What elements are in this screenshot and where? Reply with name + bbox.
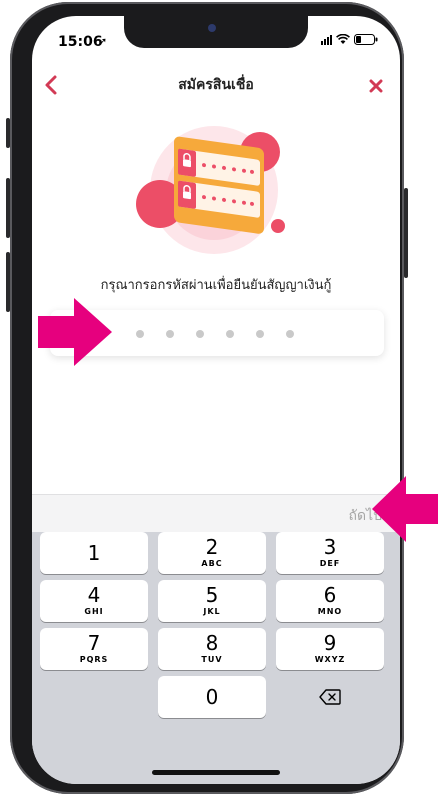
key-number: 6 [323,583,337,607]
close-icon [369,79,383,93]
phone-frame: 15:06 ➚ สมัครสินเชื่อ กรุณากรอกรหัสผ่านเ… [6,2,408,794]
annotation-arrow-right-icon [38,298,112,366]
screen: 15:06 ➚ สมัครสินเชื่อ กรุณากรอกรหัสผ่านเ… [32,16,400,784]
key-number: 7 [87,631,101,655]
pin-dot [286,330,294,338]
key-number: 3 [323,535,337,559]
key-number: 1 [87,541,101,565]
key-letters: GHI [84,607,104,616]
power-button [404,188,408,278]
pin-dots [136,330,294,338]
key-number: 9 [323,631,337,655]
cellular-signal-icon [321,35,332,45]
camera-icon [208,24,216,32]
nav-bar: สมัครสินเชื่อ [32,64,400,100]
pin-dot [166,330,174,338]
key-letters: JKL [203,607,221,616]
pin-prompt: กรุณากรอกรหัสผ่านเพื่อยืนยันสัญญาเงินกู้ [100,278,332,293]
password-card-lock-icon [136,126,285,254]
key-letters: TUV [201,655,223,664]
notch [124,16,308,48]
volume-up-button [6,178,10,238]
key-number: 8 [205,631,219,655]
battery-icon [354,34,378,45]
key-number: 4 [87,583,101,607]
key-number: 2 [205,535,219,559]
status-time: 15:06 [58,34,103,50]
status-icons [321,34,378,45]
key-7[interactable]: 7 PQRS [40,628,148,670]
key-8[interactable]: 8 TUV [158,628,266,670]
key-letters: DEF [319,559,341,568]
key-letters: PQRS [79,655,109,664]
key-6[interactable]: 6 MNO [276,580,384,622]
delete-key[interactable] [276,676,384,718]
key-number: 5 [205,583,219,607]
key-9[interactable]: 9 WXYZ [276,628,384,670]
key-letters: MNO [317,607,343,616]
pin-dot [196,330,204,338]
annotation-arrow-left-icon [372,476,438,542]
backspace-icon [319,689,341,705]
volume-down-button [6,252,10,312]
key-3[interactable]: 3 DEF [276,532,384,574]
keyboard-accessory-bar: ถัดไป [32,494,400,533]
key-5[interactable]: 5 JKL [158,580,266,622]
key-0[interactable]: 0 [158,676,266,718]
home-indicator [152,770,280,775]
key-letters: ABC [201,559,223,568]
key-number: 0 [205,685,219,709]
key-2[interactable]: 2 ABC [158,532,266,574]
pin-dot [226,330,234,338]
key-4[interactable]: 4 GHI [40,580,148,622]
mute-switch [6,118,10,148]
pin-dot [256,330,264,338]
key-letters: WXYZ [314,655,346,664]
wifi-icon [336,34,350,44]
numeric-keypad: 1 2 ABC 3 DEF 4 GHI 5 JKL 6 MNO 7 PQRS 8… [32,532,400,784]
page-title: สมัครสินเชื่อ [178,77,254,93]
location-arrow-icon: ➚ [98,35,108,48]
pin-dot [136,330,144,338]
close-button[interactable] [368,68,384,99]
key-1[interactable]: 1 [40,532,148,574]
